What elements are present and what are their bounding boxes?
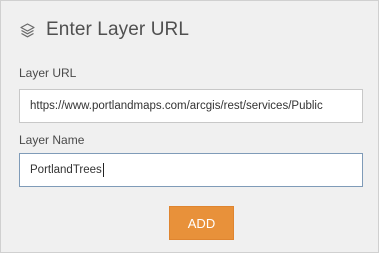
panel-header: Enter Layer URL xyxy=(19,19,189,41)
layer-name-value: PortlandTrees xyxy=(30,164,102,176)
layer-url-input[interactable]: https://www.portlandmaps.com/arcgis/rest… xyxy=(19,89,363,123)
layer-name-label: Layer Name xyxy=(19,133,85,147)
text-caret xyxy=(102,163,104,177)
layer-url-value: https://www.portlandmaps.com/arcgis/rest… xyxy=(30,100,323,112)
panel-title: Enter Layer URL xyxy=(46,19,190,40)
add-layer-panel: Enter Layer URL Layer URL https://www.po… xyxy=(0,0,379,253)
add-button[interactable]: ADD xyxy=(169,206,234,240)
layer-url-label: Layer URL xyxy=(19,66,77,80)
layer-name-input[interactable]: PortlandTrees xyxy=(19,153,363,187)
layers-icon xyxy=(19,21,37,39)
